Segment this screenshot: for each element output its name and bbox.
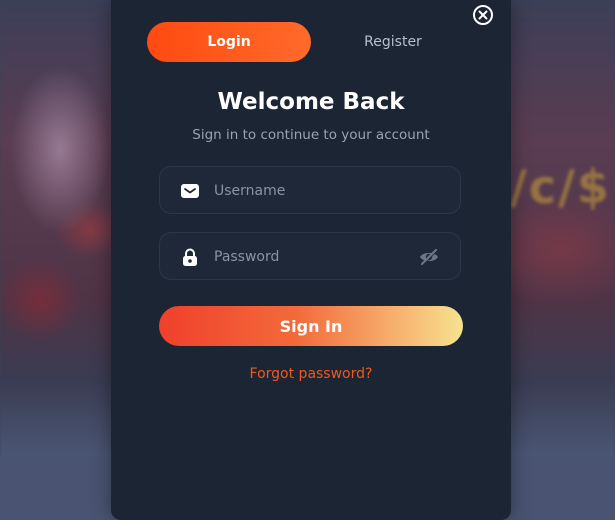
close-button[interactable]: [472, 4, 494, 26]
lock-icon: [183, 248, 197, 266]
tab-register[interactable]: Register: [311, 22, 475, 62]
eye-off-icon[interactable]: [418, 247, 440, 267]
password-field: [159, 232, 461, 280]
modal-title: Welcome Back: [217, 89, 405, 115]
auth-tabs: Login Register: [147, 22, 463, 62]
username-field: [159, 166, 461, 214]
tab-login[interactable]: Login: [147, 22, 311, 62]
forgot-password-link[interactable]: Forgot password?: [111, 366, 511, 382]
background-decorative-text: /c/$: [510, 160, 611, 214]
password-input[interactable]: [212, 243, 416, 271]
close-icon: [473, 5, 493, 25]
modal-subtitle: Sign in to continue to your account: [192, 127, 430, 143]
envelope-icon: [181, 184, 199, 198]
username-input[interactable]: [212, 177, 416, 205]
sign-in-button[interactable]: Sign In: [159, 306, 463, 346]
